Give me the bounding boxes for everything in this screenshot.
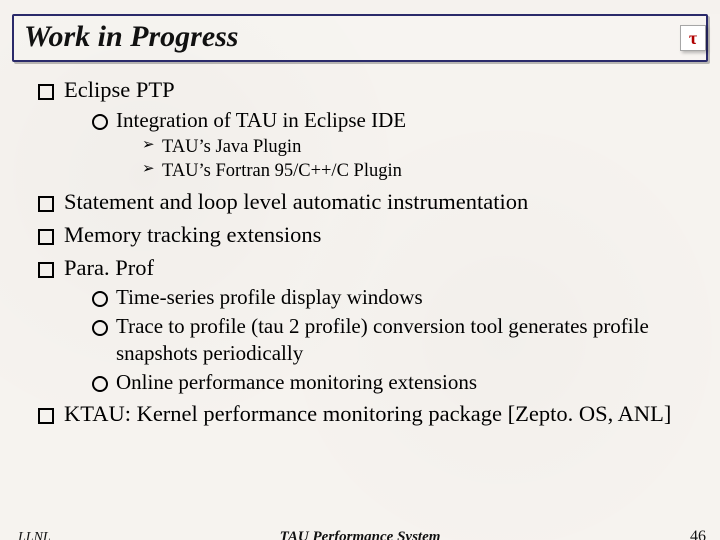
bullet-text: Memory tracking extensions [64,222,321,247]
footer-center: TAU Performance System [280,529,441,540]
bullet-text: Integration of TAU in Eclipse IDE [116,108,406,132]
slide-title: Work in Progress [24,20,696,54]
bullet-list-lvl3: TAU’s Java Plugin TAU’s Fortran 95/C++/C… [142,136,694,184]
list-item: TAU’s Java Plugin [142,136,694,160]
bullet-text: Para. Prof [64,255,154,280]
slide: Work in Progress τ Eclipse PTP Integrati… [0,14,720,540]
list-item: Para. Prof Time-series profile display w… [36,254,694,396]
title-bar: Work in Progress [12,14,708,62]
bullet-text: KTAU: Kernel performance monitoring pack… [64,401,671,426]
bullet-text: Time-series profile display windows [116,285,423,309]
footer-left: LLNL [18,530,51,540]
list-item: Memory tracking extensions [36,221,694,250]
bullet-list-lvl2: Integration of TAU in Eclipse IDE TAU’s … [92,107,694,184]
slide-body: Eclipse PTP Integration of TAU in Eclips… [0,62,720,429]
bullet-text: TAU’s Fortran 95/C++/C Plugin [162,161,402,181]
bullet-text: Online performance monitoring extensions [116,370,477,394]
list-item: Statement and loop level automatic instr… [36,188,694,217]
tau-logo: τ [680,25,706,51]
list-item: Integration of TAU in Eclipse IDE TAU’s … [92,107,694,184]
bullet-text: Statement and loop level automatic instr… [64,189,528,214]
slide-number: 46 [690,528,706,540]
list-item: Eclipse PTP Integration of TAU in Eclips… [36,76,694,184]
list-item: TAU’s Fortran 95/C++/C Plugin [142,160,694,184]
bullet-list-lvl1: Eclipse PTP Integration of TAU in Eclips… [36,76,694,429]
bullet-text: Trace to profile (tau 2 profile) convers… [116,314,649,365]
list-item: Time-series profile display windows [92,284,694,311]
bullet-text: TAU’s Java Plugin [162,137,301,157]
bullet-text: Eclipse PTP [64,77,175,102]
list-item: Online performance monitoring extensions [92,369,694,396]
list-item: Trace to profile (tau 2 profile) convers… [92,313,694,367]
bullet-list-lvl2: Time-series profile display windows Trac… [92,284,694,396]
tau-logo-glyph: τ [689,29,697,47]
list-item: KTAU: Kernel performance monitoring pack… [36,400,694,429]
slide-footer: LLNL TAU Performance System 46 [0,528,720,540]
